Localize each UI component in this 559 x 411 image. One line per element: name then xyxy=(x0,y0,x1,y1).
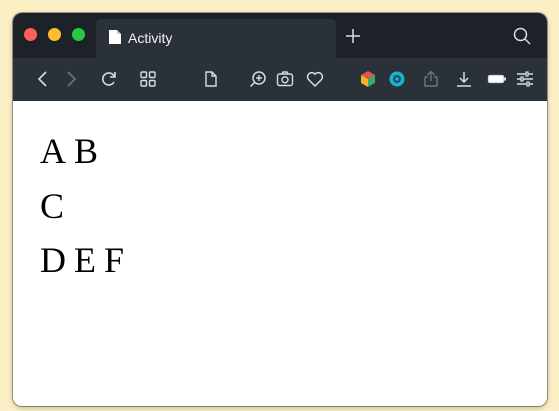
new-tab-plus-icon[interactable] xyxy=(343,26,363,46)
maximize-window-button[interactable] xyxy=(72,28,85,41)
desktop-background: Activity A B C D E F xyxy=(0,0,559,411)
share-icon[interactable] xyxy=(421,69,441,89)
circle-extension-icon[interactable] xyxy=(387,69,407,89)
letter: C xyxy=(40,186,65,226)
cube-extension-icon[interactable] xyxy=(358,69,378,89)
battery-icon[interactable] xyxy=(487,69,507,89)
search-icon[interactable] xyxy=(512,26,532,46)
reload-icon[interactable] xyxy=(99,69,119,89)
letter-line: DEF xyxy=(40,240,132,280)
tab-bar: Activity xyxy=(13,13,547,58)
letter-line: C xyxy=(40,186,72,226)
tab-activity[interactable]: Activity xyxy=(96,19,336,58)
minimize-window-button[interactable] xyxy=(48,28,61,41)
letter: A xyxy=(40,131,66,171)
back-icon[interactable] xyxy=(33,69,53,89)
letter: D xyxy=(40,240,66,280)
tab-grid-icon[interactable] xyxy=(138,69,158,89)
tab-title: Activity xyxy=(128,30,173,46)
settings-sliders-icon[interactable] xyxy=(515,69,535,89)
page-content: AB C DEF xyxy=(13,101,547,406)
document-icon xyxy=(108,29,122,45)
camera-icon[interactable] xyxy=(275,69,295,89)
heart-icon[interactable] xyxy=(305,69,325,89)
letter: F xyxy=(104,240,125,280)
letter: B xyxy=(74,131,99,171)
letter: E xyxy=(74,240,96,280)
close-window-button[interactable] xyxy=(24,28,37,41)
letter-line: AB xyxy=(40,131,106,171)
page-icon[interactable] xyxy=(201,69,221,89)
zoom-in-icon[interactable] xyxy=(248,69,268,89)
download-icon[interactable] xyxy=(454,69,474,89)
browser-window: Activity A B C D E F xyxy=(13,13,547,406)
toolbar xyxy=(13,58,547,101)
forward-icon[interactable] xyxy=(61,69,81,89)
